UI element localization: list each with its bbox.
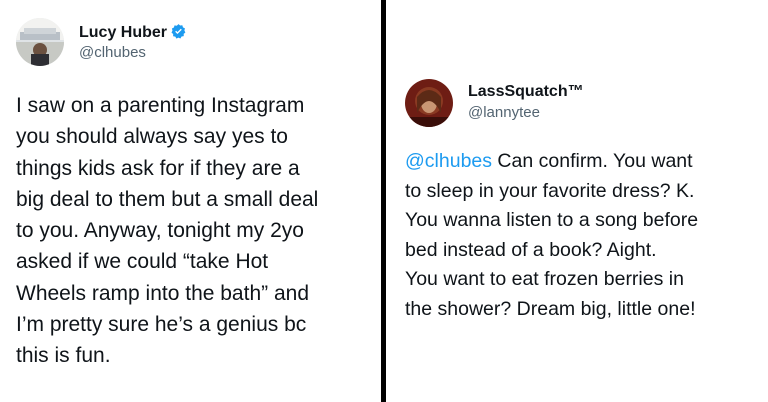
tweet-text-line: this is fun. (16, 344, 111, 368)
author-name-text[interactable]: Lucy Huber (79, 24, 167, 41)
tweet-text-run: Can confirm. You want (492, 150, 693, 172)
tweet-text-line: You want to eat frozen berries in (405, 268, 684, 291)
tweet-text-line: bed instead of a book? Aight. (405, 238, 657, 261)
tweet-text-line: Wheels ramp into the bath” and (16, 281, 309, 305)
mention-link[interactable]: @clhubes (405, 150, 492, 172)
author-handle[interactable]: @clhubes (79, 44, 146, 61)
tweet-text-line: to sleep in your favorite dress? K. (405, 179, 695, 202)
tweet-text-line: I saw on a parenting Instagram (16, 94, 305, 117)
avatar-photo-icon (405, 79, 453, 127)
tweet-card-lasssquatch: LassSquatch™ @lannytee @clhubes Can conf… (386, 0, 768, 402)
avatar-photo-icon (16, 18, 64, 66)
tweet-text-line: things kids ask for if they are a (16, 156, 300, 180)
tweet-text-line: You wanna listen to a song before (405, 209, 699, 232)
author-name[interactable]: Lucy Huber (79, 23, 187, 42)
tweet-card-lucy-huber: Lucy Huber @clhubes I saw on a parenting… (0, 0, 381, 402)
author-handle[interactable]: @lannytee (468, 104, 540, 121)
tweet-text-line: the shower? Dream big, little one! (405, 297, 696, 320)
tweet-text-line: @clhubes Can confirm. You want (405, 147, 765, 177)
tweet-text: @clhubes Can confirm. You want to sleep … (405, 147, 765, 325)
tweet-text-line: asked if we could “take Hot (16, 250, 269, 274)
tweet-text-line: big deal to them but a small deal (16, 187, 319, 211)
author-name[interactable]: LassSquatch™ (468, 83, 584, 101)
avatar[interactable] (405, 79, 453, 127)
tweet-text-line: I’m pretty sure he’s a genius bc (16, 313, 307, 337)
tweet-text-line: you should always say yes to (16, 125, 288, 149)
tweet-text: I saw on a parenting Instagram you shoul… (16, 90, 378, 372)
avatar[interactable] (16, 18, 64, 66)
tweet-text-line: to you. Anyway, tonight my 2yo (16, 219, 304, 243)
verified-badge-icon (171, 24, 186, 39)
